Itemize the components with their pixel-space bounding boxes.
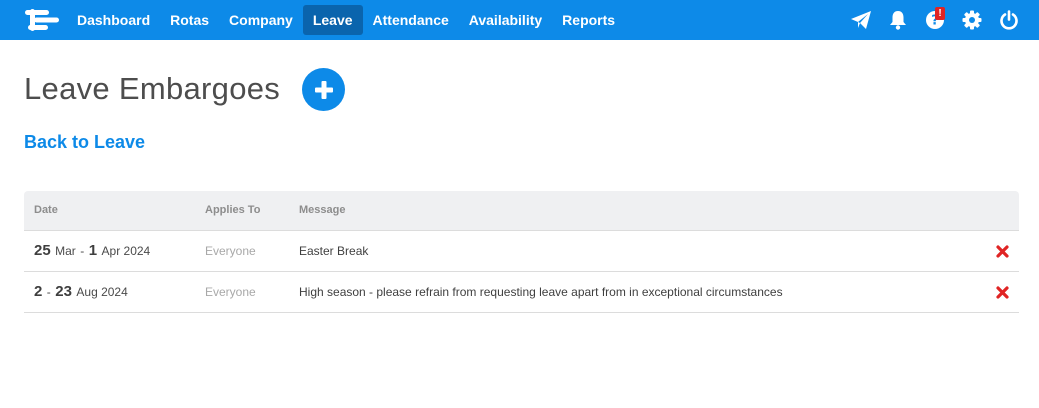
nav-item-dashboard[interactable]: Dashboard (67, 5, 160, 35)
embargoes-table: Date Applies To Message 25 Mar - 1 Apr 2… (24, 191, 1019, 313)
column-header-message: Message (299, 203, 346, 216)
embargo-date: 25 Mar - 1 Apr 2024 (34, 242, 150, 260)
table-row: 2 - 23 Aug 2024 Everyone High season - p… (24, 272, 1019, 313)
embargo-message: High season - please refrain from reques… (299, 285, 783, 299)
page-title: Leave Embargoes (24, 71, 281, 106)
applies-to: Everyone (205, 285, 256, 299)
send-icon[interactable] (842, 0, 879, 40)
applies-to: Everyone (205, 244, 256, 258)
nav-item-attendance[interactable]: Attendance (363, 5, 459, 35)
nav-item-reports[interactable]: Reports (552, 5, 625, 35)
start-month: Mar (55, 244, 76, 258)
table-row: 25 Mar - 1 Apr 2024 Everyone Easter Brea… (24, 231, 1019, 272)
date-separator: - (80, 244, 85, 258)
end-month-year: Apr 2024 (101, 244, 151, 258)
plus-icon (314, 80, 333, 99)
end-month-year: Aug 2024 (76, 285, 128, 299)
embargo-message: Easter Break (299, 244, 369, 258)
table-header: Date Applies To Message (24, 191, 1019, 231)
delete-icon[interactable] (996, 244, 1009, 258)
delete-icon[interactable] (996, 285, 1009, 299)
add-embargo-button[interactable] (302, 68, 345, 111)
nav-item-availability[interactable]: Availability (459, 5, 552, 35)
embargo-date: 2 - 23 Aug 2024 (34, 283, 128, 301)
date-separator: - (46, 285, 51, 299)
column-header-applies-to: Applies To (205, 203, 261, 216)
end-day: 1 (88, 242, 98, 259)
help-icon[interactable]: ? ! (916, 0, 953, 40)
power-icon[interactable] (990, 0, 1027, 40)
nav-item-rotas[interactable]: Rotas (160, 5, 219, 35)
bell-icon[interactable] (879, 0, 916, 40)
nav-item-company[interactable]: Company (219, 5, 303, 35)
logo-icon[interactable] (24, 9, 60, 31)
top-navbar: Dashboard Rotas Company Leave Attendance… (0, 0, 1039, 40)
start-day: 25 (34, 242, 51, 259)
help-alert-badge: ! (935, 7, 945, 20)
nav-item-leave[interactable]: Leave (302, 5, 363, 35)
end-day: 23 (55, 283, 72, 300)
topbar-icons: ? ! (842, 0, 1027, 40)
main-nav: Dashboard Rotas Company Leave Attendance… (67, 5, 625, 35)
column-header-date: Date (34, 203, 58, 216)
back-to-leave-link[interactable]: Back to Leave (24, 132, 145, 153)
gear-icon[interactable] (953, 0, 990, 40)
start-day: 2 (34, 283, 43, 300)
